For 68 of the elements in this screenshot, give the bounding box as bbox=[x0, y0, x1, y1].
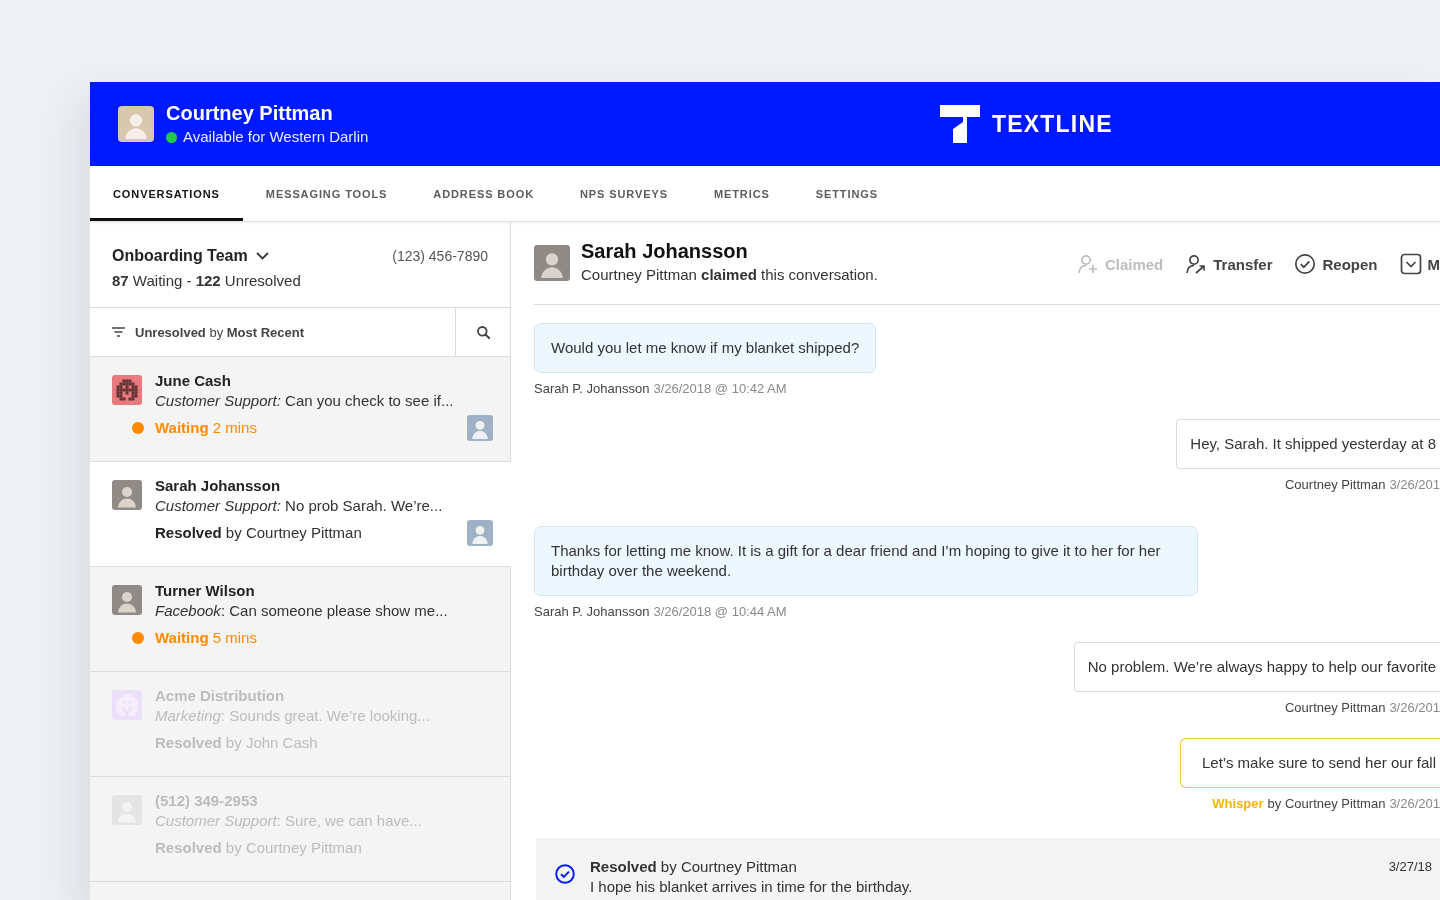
contact-name: Acme Distribution bbox=[155, 686, 286, 704]
sender-name: Courtney Pittman bbox=[1284, 700, 1386, 716]
action-button[interactable]: Transfer bbox=[1185, 253, 1273, 275]
chevron-down-icon bbox=[255, 252, 269, 260]
check-circle-icon bbox=[1294, 253, 1317, 275]
timestamp: 3/27/18 bbox=[1388, 858, 1432, 876]
message-bubble: Hey, Sarah. It shipped yesterday at 8 bbox=[1176, 419, 1440, 469]
check-circle-icon bbox=[555, 864, 575, 884]
conversation-status: Resolved by Courtney Pittman bbox=[155, 524, 363, 541]
contact-name: (512) 349-2953 bbox=[155, 791, 259, 809]
sender-name: by Courtney Pittman bbox=[1267, 796, 1386, 812]
contact-name: Turner Wilson bbox=[155, 581, 256, 599]
status-dot-icon bbox=[132, 421, 144, 434]
activity-text: Courtney Pittman claimed this conversation. bbox=[581, 265, 878, 285]
avatar-icon bbox=[118, 106, 154, 142]
team-selector[interactable]: Onboarding Team bbox=[112, 246, 269, 266]
timestamp: 3/26/201 bbox=[1389, 700, 1440, 716]
sender-name: Sarah P. Johansson bbox=[534, 604, 650, 620]
avatar-icon bbox=[534, 245, 570, 281]
message-bubble: Thanks for letting me know. It is a gift for a dear friend and I’m hoping to give it to her for her birthday over the weekend. bbox=[534, 526, 1198, 596]
action-button[interactable]: M bbox=[1399, 253, 1440, 275]
conversation-item[interactable]: June Cash Customer Support: Can you check to see if... Waiting 2 mins bbox=[90, 357, 511, 462]
conversation-status: Waiting 5 mins bbox=[155, 629, 258, 646]
person-plus-icon bbox=[1076, 253, 1099, 275]
message-preview: Customer Support: Sure, we can have... bbox=[155, 811, 423, 829]
filter-icon bbox=[112, 327, 125, 337]
availability-text: Available for Western Darlin bbox=[183, 127, 369, 147]
avatar-icon bbox=[112, 480, 142, 510]
conversation-status: Resolved by John Cash bbox=[155, 734, 319, 751]
event-note: I hope his blanket arrives in time for the birthday. bbox=[590, 877, 914, 897]
sender-name: Courtney Pittman bbox=[1284, 477, 1386, 493]
nav-tab[interactable]: METRICS bbox=[690, 166, 793, 221]
nav-tab[interactable]: SETTINGS bbox=[792, 166, 901, 221]
message-preview: Customer Support: Can you check to see if... bbox=[155, 391, 455, 409]
conversation-status: Waiting 2 mins bbox=[155, 419, 258, 436]
search-icon bbox=[476, 325, 490, 339]
timestamp: 3/26/2018 @ 10:42 AM bbox=[653, 381, 787, 397]
phone-number: (123) 456-7890 bbox=[392, 248, 488, 264]
message-bubble: Would you let me know if my blanket shipped? bbox=[534, 323, 877, 373]
contact-name: June Cash bbox=[155, 371, 232, 389]
whisper-label: Whisper bbox=[1212, 796, 1264, 812]
message-preview: Customer Support: No prob Sarah. We’re... bbox=[155, 496, 444, 514]
queue-summary: 87 Waiting - 122 Unresolved bbox=[112, 271, 302, 291]
nav-tab[interactable]: ADDRESS BOOK bbox=[410, 166, 557, 221]
action-button[interactable]: Reopen bbox=[1294, 253, 1378, 275]
user-name: Courtney Pittman bbox=[166, 101, 334, 125]
logo-icon bbox=[940, 105, 980, 143]
conversation-item[interactable]: Sarah Johansson Customer Support: No prob Sarah. We’re... Resolved by Courtney Pittman bbox=[90, 462, 511, 567]
timestamp: 3/26/201 bbox=[1389, 796, 1440, 812]
message-preview: Facebook: Can someone please show me... bbox=[155, 601, 449, 619]
event-title: Resolved by Courtney Pittman bbox=[590, 857, 798, 877]
status-dot-icon bbox=[132, 631, 144, 644]
message-preview: Marketing: Sounds great. We’re looking... bbox=[155, 706, 431, 724]
message-bubble: No problem. We’re always happy to help our favorite bbox=[1073, 642, 1440, 692]
sender-name: Sarah P. Johansson bbox=[534, 381, 650, 397]
conversation-status: Resolved by Courtney Pittman bbox=[155, 839, 363, 856]
timestamp: 3/26/201 bbox=[1389, 477, 1440, 493]
checkbox-icon bbox=[1399, 253, 1422, 275]
person-arrow-icon bbox=[1185, 253, 1208, 275]
conversation-item[interactable]: Turner Wilson Facebook: Can someone please show me... Waiting 5 mins bbox=[90, 567, 511, 672]
logo-text: TEXTLINE bbox=[992, 110, 1113, 138]
nav-tab[interactable]: MESSAGING TOOLS bbox=[242, 166, 411, 221]
avatar-icon bbox=[112, 585, 142, 615]
whisper-bubble: Let’s make sure to send her our fall bbox=[1179, 738, 1440, 788]
contact-name: Sarah Johansson bbox=[155, 476, 282, 494]
nav-tab[interactable]: NPS SURVEYS bbox=[557, 166, 691, 221]
timestamp: 3/26/2018 @ 10:44 AM bbox=[653, 604, 787, 620]
contact-name: Sarah Johansson bbox=[581, 239, 749, 263]
